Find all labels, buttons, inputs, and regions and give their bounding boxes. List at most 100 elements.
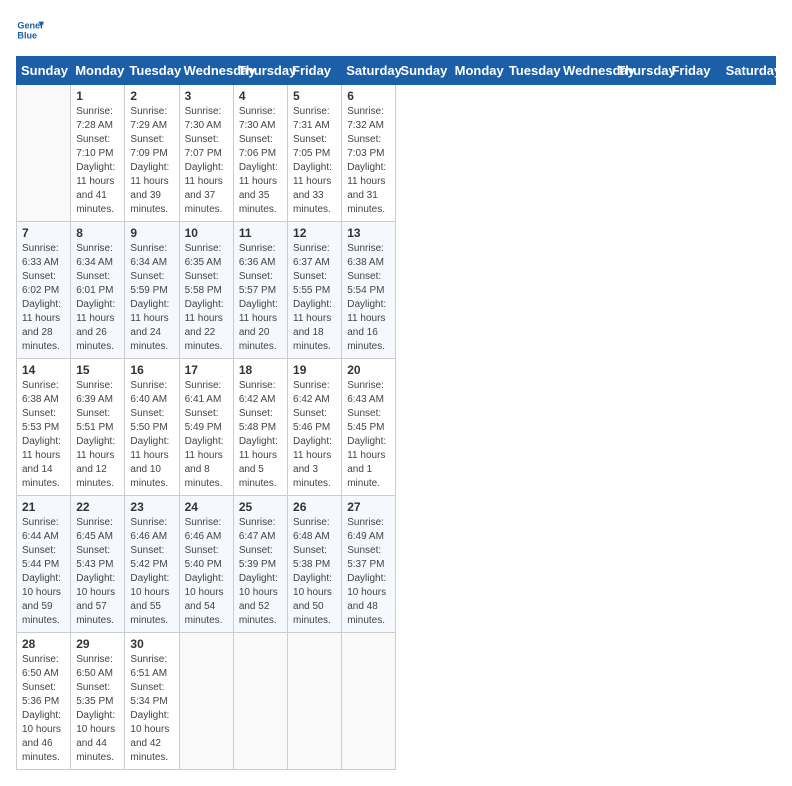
day-number: 25: [239, 500, 282, 514]
day-cell: 18Sunrise: 6:42 AMSunset: 5:48 PMDayligh…: [233, 359, 287, 496]
day-number: 16: [130, 363, 173, 377]
col-header-thursday: Thursday: [613, 57, 667, 85]
day-cell: 17Sunrise: 6:41 AMSunset: 5:49 PMDayligh…: [179, 359, 233, 496]
day-info: Sunrise: 6:36 AMSunset: 5:57 PMDaylight:…: [239, 242, 282, 354]
week-row-3: 14 Sunrise: 6:38 AMSunset: 5:53 PMDayligh…: [17, 359, 776, 496]
week-row-2: 7 Sunrise: 6:33 AMSunset: 6:02 PMDaylight…: [17, 222, 776, 359]
day-info: Sunrise: 6:42 AMSunset: 5:46 PMDaylight:…: [293, 379, 336, 491]
day-cell: 3Sunrise: 7:30 AMSunset: 7:07 PMDaylight…: [179, 85, 233, 222]
day-cell: 6 Sunrise: 7:32 AMSunset: 7:03 PMDaylight…: [342, 85, 396, 222]
col-header-tuesday: Tuesday: [504, 57, 558, 85]
day-cell: 20 Sunrise: 6:43 AMSunset: 5:45 PMDayligh…: [342, 359, 396, 496]
day-cell: [342, 633, 396, 770]
day-info: Sunrise: 6:41 AMSunset: 5:49 PMDaylight:…: [185, 379, 228, 491]
day-info: Sunrise: 6:40 AMSunset: 5:50 PMDaylight:…: [130, 379, 173, 491]
day-info: Sunrise: 6:47 AMSunset: 5:39 PMDaylight:…: [239, 516, 282, 628]
header-sunday: Sunday: [17, 57, 71, 85]
day-info: Sunrise: 6:50 AMSunset: 5:36 PMDaylight:…: [22, 653, 65, 765]
day-number: 28: [22, 637, 65, 651]
day-number: 8: [76, 226, 119, 240]
day-number: 3: [185, 89, 228, 103]
day-info: Sunrise: 6:46 AMSunset: 5:42 PMDaylight:…: [130, 516, 173, 628]
day-cell: 7 Sunrise: 6:33 AMSunset: 6:02 PMDaylight…: [17, 222, 71, 359]
day-info: Sunrise: 6:33 AMSunset: 6:02 PMDaylight:…: [22, 242, 65, 354]
day-info: Sunrise: 6:51 AMSunset: 5:34 PMDaylight:…: [130, 653, 173, 765]
day-info: Sunrise: 7:29 AMSunset: 7:09 PMDaylight:…: [130, 105, 173, 217]
day-number: 10: [185, 226, 228, 240]
day-info: Sunrise: 6:37 AMSunset: 5:55 PMDaylight:…: [293, 242, 336, 354]
day-number: 2: [130, 89, 173, 103]
day-number: 22: [76, 500, 119, 514]
day-cell: 10 Sunrise: 6:35 AMSunset: 5:58 PMDayligh…: [179, 222, 233, 359]
header-monday: Monday: [71, 57, 125, 85]
day-number: 6: [347, 89, 390, 103]
week-row-1: 1 Sunrise: 7:28 AMSunset: 7:10 PMDaylight…: [17, 85, 776, 222]
day-cell: [179, 633, 233, 770]
calendar-table: SundayMondayTuesdayWednesdayThursdayFrid…: [16, 56, 776, 770]
day-cell: 29 Sunrise: 6:50 AMSunset: 5:35 PMDayligh…: [71, 633, 125, 770]
header-wednesday: Wednesday: [179, 57, 233, 85]
day-info: Sunrise: 7:28 AMSunset: 7:10 PMDaylight:…: [76, 105, 119, 217]
day-number: 9: [130, 226, 173, 240]
day-cell: [233, 633, 287, 770]
day-cell: 28 Sunrise: 6:50 AMSunset: 5:36 PMDayligh…: [17, 633, 71, 770]
day-number: 26: [293, 500, 336, 514]
day-number: 11: [239, 226, 282, 240]
header-friday: Friday: [288, 57, 342, 85]
day-info: Sunrise: 7:30 AMSunset: 7:06 PMDaylight:…: [239, 105, 282, 217]
day-number: 14: [22, 363, 65, 377]
col-header-saturday: Saturday: [721, 57, 775, 85]
day-cell: 5 Sunrise: 7:31 AMSunset: 7:05 PMDaylight…: [288, 85, 342, 222]
day-cell: 11 Sunrise: 6:36 AMSunset: 5:57 PMDayligh…: [233, 222, 287, 359]
day-cell: [288, 633, 342, 770]
day-info: Sunrise: 6:34 AMSunset: 6:01 PMDaylight:…: [76, 242, 119, 354]
day-cell: 15Sunrise: 6:39 AMSunset: 5:51 PMDayligh…: [71, 359, 125, 496]
day-number: 13: [347, 226, 390, 240]
day-number: 20: [347, 363, 390, 377]
day-number: 1: [76, 89, 119, 103]
day-number: 24: [185, 500, 228, 514]
day-number: 23: [130, 500, 173, 514]
day-number: 5: [293, 89, 336, 103]
day-cell: 9 Sunrise: 6:34 AMSunset: 5:59 PMDaylight…: [125, 222, 179, 359]
col-header-wednesday: Wednesday: [559, 57, 613, 85]
day-number: 12: [293, 226, 336, 240]
day-number: 7: [22, 226, 65, 240]
day-info: Sunrise: 6:39 AMSunset: 5:51 PMDaylight:…: [76, 379, 119, 491]
header-saturday: Saturday: [342, 57, 396, 85]
day-cell: 16 Sunrise: 6:40 AMSunset: 5:50 PMDayligh…: [125, 359, 179, 496]
day-cell: 13 Sunrise: 6:38 AMSunset: 5:54 PMDayligh…: [342, 222, 396, 359]
day-number: 4: [239, 89, 282, 103]
col-header-friday: Friday: [667, 57, 721, 85]
col-header-sunday: Sunday: [396, 57, 450, 85]
day-cell: 8 Sunrise: 6:34 AMSunset: 6:01 PMDaylight…: [71, 222, 125, 359]
logo: General Blue: [16, 16, 44, 44]
day-info: Sunrise: 6:45 AMSunset: 5:43 PMDaylight:…: [76, 516, 119, 628]
day-info: Sunrise: 6:42 AMSunset: 5:48 PMDaylight:…: [239, 379, 282, 491]
svg-text:Blue: Blue: [17, 30, 37, 40]
col-header-monday: Monday: [450, 57, 504, 85]
header-thursday: Thursday: [233, 57, 287, 85]
day-cell: 12 Sunrise: 6:37 AMSunset: 5:55 PMDayligh…: [288, 222, 342, 359]
day-info: Sunrise: 7:31 AMSunset: 7:05 PMDaylight:…: [293, 105, 336, 217]
day-number: 30: [130, 637, 173, 651]
week-row-5: 28 Sunrise: 6:50 AMSunset: 5:36 PMDayligh…: [17, 633, 776, 770]
day-info: Sunrise: 6:48 AMSunset: 5:38 PMDaylight:…: [293, 516, 336, 628]
day-info: Sunrise: 7:32 AMSunset: 7:03 PMDaylight:…: [347, 105, 390, 217]
day-number: 29: [76, 637, 119, 651]
day-info: Sunrise: 6:38 AMSunset: 5:54 PMDaylight:…: [347, 242, 390, 354]
day-info: Sunrise: 6:34 AMSunset: 5:59 PMDaylight:…: [130, 242, 173, 354]
logo-icon: General Blue: [16, 16, 44, 44]
day-info: Sunrise: 6:44 AMSunset: 5:44 PMDaylight:…: [22, 516, 65, 628]
day-info: Sunrise: 6:35 AMSunset: 5:58 PMDaylight:…: [185, 242, 228, 354]
day-info: Sunrise: 6:38 AMSunset: 5:53 PMDaylight:…: [22, 379, 65, 491]
day-cell: [17, 85, 71, 222]
day-info: Sunrise: 6:43 AMSunset: 5:45 PMDaylight:…: [347, 379, 390, 491]
day-info: Sunrise: 6:49 AMSunset: 5:37 PMDaylight:…: [347, 516, 390, 628]
day-number: 27: [347, 500, 390, 514]
day-cell: 4 Sunrise: 7:30 AMSunset: 7:06 PMDaylight…: [233, 85, 287, 222]
page-header: General Blue: [16, 16, 776, 44]
day-cell: 19Sunrise: 6:42 AMSunset: 5:46 PMDayligh…: [288, 359, 342, 496]
day-info: Sunrise: 6:50 AMSunset: 5:35 PMDaylight:…: [76, 653, 119, 765]
day-cell: 1 Sunrise: 7:28 AMSunset: 7:10 PMDaylight…: [71, 85, 125, 222]
